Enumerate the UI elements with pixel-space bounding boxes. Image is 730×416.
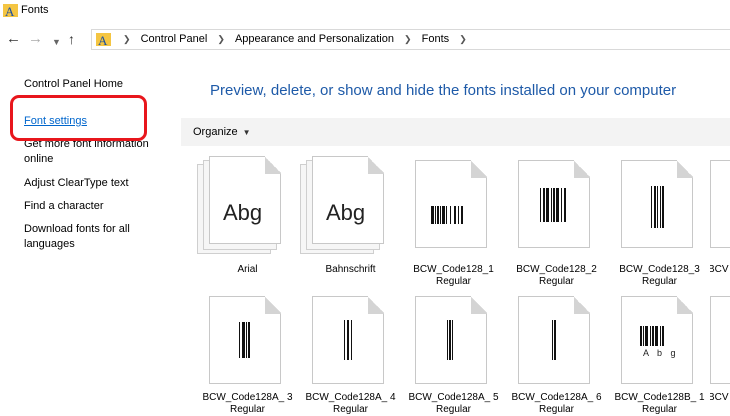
font-name: BCW_Code128_3 Regular [619, 264, 700, 287]
font-tile-bcw-code128a-3[interactable]: BCW_Code128A_ 3 Regular [195, 290, 300, 416]
fonts-folder-icon: A [3, 4, 18, 18]
font-name: BCW_Code128_2 Regular [516, 264, 597, 287]
download-fonts-link[interactable]: Download fonts for all languages [24, 222, 164, 252]
breadcrumb-fonts[interactable]: Fonts [422, 33, 450, 45]
font-page [710, 296, 730, 384]
font-tile-partial[interactable]: BCV [710, 290, 730, 416]
barcode-preview [431, 206, 464, 224]
caret-down-icon: ▼ [242, 128, 251, 137]
address-bar[interactable]: A ❯ Control Panel ❯ Appearance and Perso… [91, 29, 730, 50]
font-preview: Abg [223, 200, 263, 225]
font-name: Arial [237, 264, 258, 275]
font-tile-bcw-code128-2[interactable]: BCW_Code128_2 Regular [504, 154, 609, 289]
organize-label: Organize [193, 126, 238, 138]
font-tile-bcw-code128a-4[interactable]: BCW_Code128A_ 4 Regular [298, 290, 403, 416]
barcode-preview [651, 186, 665, 228]
chevron-right-icon[interactable]: ❯ [123, 34, 131, 45]
page-fold [677, 296, 693, 314]
font-name: BCV [710, 264, 729, 275]
font-tile-bcw-code128-1[interactable]: BCW_Code128_1 Regular [401, 154, 506, 289]
forward-arrow-icon[interactable]: → [28, 31, 43, 47]
font-tile-arial[interactable]: Abg Arial [195, 154, 300, 289]
page-fold [368, 296, 384, 314]
font-name: BCW_Code128A_ 3 Regular [202, 392, 293, 415]
chevron-down-icon[interactable]: ▼ [52, 34, 61, 50]
up-arrow-icon[interactable]: ↑ [68, 31, 75, 47]
barcode-preview [540, 188, 567, 222]
chevron-right-icon[interactable]: ❯ [459, 34, 467, 45]
font-tile-bahnschrift[interactable]: Abg Bahnschrift [298, 154, 403, 289]
font-name: BCW_Code128A_ 6 Regular [511, 392, 602, 415]
font-name: Bahnschrift [325, 264, 376, 275]
font-preview: Abg [326, 200, 366, 225]
page-fold [677, 160, 693, 178]
page-fold [471, 296, 487, 314]
page-fold [574, 160, 590, 178]
get-more-font-info-link[interactable]: Get more font information online [24, 137, 159, 167]
font-page [710, 160, 730, 248]
adjust-cleartype-link[interactable]: Adjust ClearType text [24, 176, 164, 191]
font-tile-bcw-code128a-6[interactable]: BCW_Code128A_ 6 Regular [504, 290, 609, 416]
page-fold [368, 156, 384, 174]
annotation-highlight-box [10, 95, 147, 141]
font-tile-bcw-code128-3[interactable]: BCW_Code128_3 Regular [607, 154, 712, 289]
page-heading: Preview, delete, or show and hide the fo… [210, 82, 677, 99]
navigation-bar: ← → ▼ ↑ A ❯ Control Panel ❯ Appearance a… [0, 27, 730, 53]
back-arrow-icon[interactable]: ← [6, 31, 21, 47]
barcode-preview [447, 320, 454, 360]
page-fold [265, 296, 281, 314]
window-title: Fonts [21, 4, 49, 16]
svg-text:A: A [5, 4, 15, 18]
font-name: BCV [710, 392, 729, 403]
chevron-right-icon[interactable]: ❯ [404, 34, 412, 45]
font-name: BCW_Code128B_ 1 Regular [614, 392, 705, 415]
find-character-link[interactable]: Find a character [24, 199, 164, 214]
font-tile-bcw-code128b-1[interactable]: A b g BCW_Code128B_ 1 Regular [607, 290, 712, 416]
breadcrumb: ❯ Control Panel ❯ Appearance and Persona… [116, 33, 474, 45]
font-name: BCW_Code128A_ 4 Regular [305, 392, 396, 415]
breadcrumb-control-panel[interactable]: Control Panel [141, 33, 208, 45]
title-bar: A Fonts [0, 0, 730, 22]
control-panel-home-link[interactable]: Control Panel Home [24, 78, 123, 90]
chevron-right-icon[interactable]: ❯ [217, 34, 225, 45]
barcode-preview [640, 326, 665, 346]
font-name: BCW_Code128_1 Regular [413, 264, 494, 287]
barcode-preview [344, 320, 353, 360]
command-toolbar: Organize ▼ [181, 118, 730, 146]
font-name: BCW_Code128A_ 5 Regular [408, 392, 499, 415]
page-fold [574, 296, 590, 314]
font-preview: A b g [643, 348, 679, 358]
breadcrumb-appearance[interactable]: Appearance and Personalization [235, 33, 394, 45]
font-tile-bcw-code128a-5[interactable]: BCW_Code128A_ 5 Regular [401, 290, 506, 416]
font-tile-partial[interactable]: BCV [710, 154, 730, 289]
organize-button[interactable]: Organize ▼ [193, 126, 251, 138]
page-fold [471, 160, 487, 178]
barcode-preview [552, 320, 557, 360]
page-fold [265, 156, 281, 174]
fonts-folder-icon: A [96, 33, 111, 47]
font-grid: Abg Arial Abg Bahnschrift BCW_Code128_1 … [181, 146, 730, 416]
svg-text:A: A [98, 33, 108, 47]
barcode-preview [239, 322, 251, 358]
